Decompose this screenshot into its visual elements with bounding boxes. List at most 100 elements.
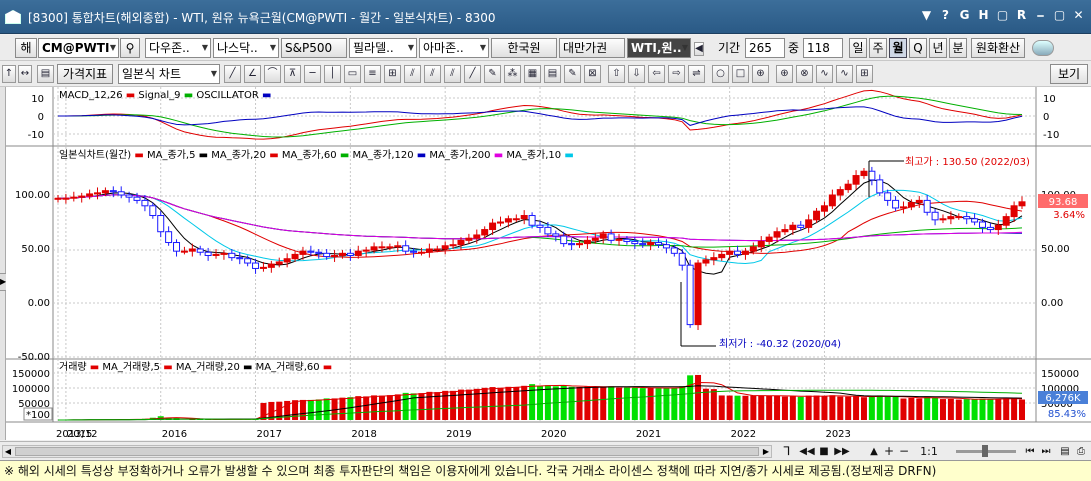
scroll-thumb[interactable] [15, 447, 759, 456]
search-button[interactable]: ⚲ [120, 38, 140, 58]
arc-icon[interactable]: ⌒ [264, 65, 281, 83]
candle-body [133, 196, 141, 201]
circle-icon[interactable]: ○ [712, 65, 729, 83]
cross-icon[interactable]: ⁂ [504, 65, 521, 83]
zoom-in-icon[interactable]: ⊕ [752, 65, 769, 83]
down-icon[interactable]: ⇩ [628, 65, 645, 83]
menu-dropdown-icon[interactable]: ▼ [920, 8, 933, 23]
rewind-button[interactable]: ◀◀ [797, 443, 817, 460]
help-icon[interactable]: ? [939, 8, 952, 23]
candle-body [62, 197, 70, 200]
market-krw[interactable]: 한국원 [491, 38, 557, 58]
interval-year[interactable]: 년 [929, 38, 947, 58]
vertical-line-icon[interactable]: │ [324, 65, 341, 83]
zoom-reset-button[interactable]: 1:1 [918, 443, 940, 460]
save-icon[interactable]: ▤ [1058, 443, 1072, 460]
zoom-out-icon[interactable]: ⊗ [796, 65, 813, 83]
leftright-icon[interactable]: ↔ [18, 65, 32, 83]
updown-icon[interactable]: ↑ [2, 65, 16, 83]
parallel-2-icon[interactable]: ⫽ [444, 65, 461, 83]
stop-button[interactable]: ■ [818, 443, 830, 460]
interval-minute[interactable]: 분 [949, 38, 967, 58]
table-icon[interactable]: ⊞ [856, 65, 873, 83]
minimize-icon[interactable]: ⎯ [1034, 8, 1047, 23]
rectangle-icon[interactable]: ▭ [344, 65, 361, 83]
settings-icon[interactable]: ▤ [37, 65, 54, 83]
fan-icon[interactable]: ⊼ [284, 65, 301, 83]
square-icon[interactable]: □ [732, 65, 749, 83]
scroll-right-icon[interactable]: ▶ [761, 446, 771, 457]
grid-tool-icon[interactable]: ⊞ [384, 65, 401, 83]
main-menu-button[interactable]: 해 [15, 38, 37, 58]
channel-icon[interactable]: ⫽ [404, 65, 421, 83]
candle-body [718, 253, 726, 259]
volume-bar [537, 386, 543, 420]
market-phil[interactable]: 필라델.. [349, 38, 417, 58]
delete-icon[interactable]: ⊠ [584, 65, 601, 83]
zoom-out-button[interactable]: − [898, 443, 910, 460]
price-indicator-button[interactable]: 가격지표 [57, 64, 113, 84]
zoom-in-button[interactable]: + [883, 443, 895, 460]
layers-icon[interactable]: ▤ [544, 65, 561, 83]
right-icon[interactable]: ⇨ [668, 65, 685, 83]
last-page-icon[interactable]: ⏭ [1040, 443, 1052, 460]
edit-icon[interactable]: ✎ [564, 65, 581, 83]
fibo-retrace-icon[interactable]: ≡ [364, 65, 381, 83]
scroll-left-icon[interactable]: ◀ [3, 446, 13, 457]
pencil-icon[interactable]: ✎ [484, 65, 501, 83]
h-button[interactable]: H [977, 8, 990, 23]
up-button[interactable]: ▲ [868, 443, 880, 460]
candle-body [109, 190, 117, 193]
cloud-icon[interactable] [1032, 40, 1054, 56]
interval-month[interactable]: 월 [889, 38, 907, 58]
wave-icon[interactable]: ∿ [816, 65, 833, 83]
count-input[interactable]: 118 [803, 38, 843, 58]
link-icon[interactable]: ⇌ [688, 65, 705, 83]
market-amazon[interactable]: 아마존.. [419, 38, 489, 58]
wave-2-icon[interactable]: ∿ [836, 65, 853, 83]
legend-item: MACD_12,26 [59, 90, 126, 101]
left-icon[interactable]: ⇦ [648, 65, 665, 83]
chart-svg[interactable]: 10 0 -10 10 0 -10 MACD_12,26 ▬ Signal_9 … [6, 87, 1091, 440]
interval-week[interactable]: 주 [869, 38, 887, 58]
angle-line-icon[interactable]: ∠ [244, 65, 261, 83]
macd-rtick-0: 0 [1043, 112, 1049, 123]
horizontal-scrollbar[interactable]: ◀ ▶ [2, 445, 772, 458]
market-wti[interactable]: WTI,원.. [627, 38, 691, 58]
first-page-icon[interactable]: ⏮ [1024, 443, 1036, 460]
ray-icon[interactable]: ╱ [464, 65, 481, 83]
market-taiwan[interactable]: 대만가권 [559, 38, 625, 58]
interval-day[interactable]: 일 [849, 38, 867, 58]
restore-icon[interactable]: ▢ [996, 8, 1009, 23]
view-button[interactable]: 보기 [1050, 64, 1088, 84]
macd-legend: MACD_12,26 ▬ Signal_9 ▬ OSCILLATOR ▬ [59, 90, 271, 101]
zoom-fit-icon[interactable]: ⊕ [776, 65, 793, 83]
market-nasdaq[interactable]: 나스닥.. [213, 38, 279, 58]
prev-arrow-icon[interactable]: ◀ [694, 42, 704, 56]
close-icon[interactable]: ✕ [1072, 8, 1085, 23]
code-select[interactable]: CM@PWTI [38, 38, 119, 58]
chart-home-button[interactable]: ⅂ [780, 443, 794, 460]
legend-item: 일본식차트(월간) [59, 149, 134, 161]
horizontal-line-icon[interactable]: ─ [304, 65, 321, 83]
r-button[interactable]: R [1015, 8, 1028, 23]
chart-area[interactable]: 10 0 -10 10 0 -10 MACD_12,26 ▬ Signal_9 … [6, 87, 1091, 440]
period-input[interactable]: 265 [745, 38, 785, 58]
market-dow[interactable]: 다우존.. [145, 38, 211, 58]
candle-body [267, 263, 275, 268]
fx-convert-button[interactable]: 원화환산 [971, 38, 1025, 58]
palette-icon[interactable]: ▦ [524, 65, 541, 83]
volume-bar [687, 375, 694, 420]
trend-line-icon[interactable]: ╱ [224, 65, 241, 83]
zoom-slider[interactable] [956, 445, 1016, 457]
interval-quarter[interactable]: Q [909, 38, 927, 58]
print-icon[interactable]: ⎙ [1074, 443, 1088, 460]
chart-type-select[interactable]: 일본식 차트 [118, 64, 220, 84]
forward-button[interactable]: ▶▶ [832, 443, 852, 460]
g-button[interactable]: G [958, 8, 971, 23]
maximize-icon[interactable]: ▢ [1053, 8, 1066, 23]
candle-body [860, 170, 868, 177]
market-sp500[interactable]: S&P500 [281, 38, 347, 58]
parallel-icon[interactable]: ⫽ [424, 65, 441, 83]
up-icon[interactable]: ⇧ [608, 65, 625, 83]
